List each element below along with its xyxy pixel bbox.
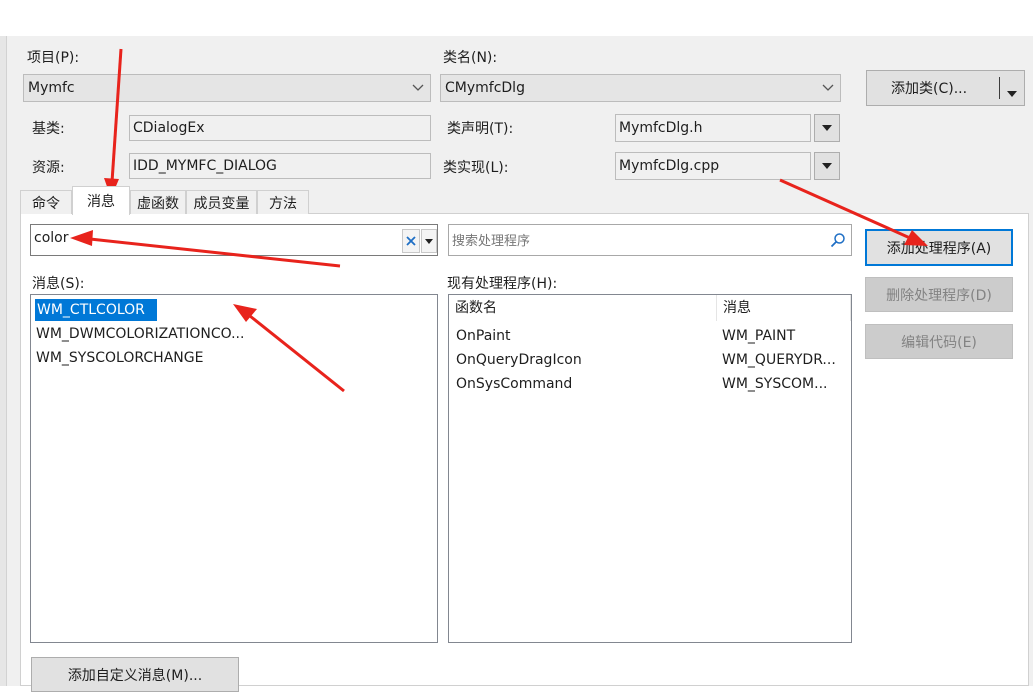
class-decl-label: 类声明(T): bbox=[447, 121, 514, 137]
project-combo[interactable]: Mymfc bbox=[23, 74, 431, 102]
delete-handler-button[interactable]: 删除处理程序(D) bbox=[865, 277, 1013, 312]
tab-virtual-functions[interactable]: 虚函数 bbox=[130, 190, 186, 214]
tab-commands[interactable]: 命令 bbox=[20, 190, 72, 214]
table-cell-message[interactable]: WM_PAINT bbox=[722, 324, 795, 348]
project-label: 项目(P): bbox=[27, 50, 80, 66]
base-class-label: 基类: bbox=[32, 121, 65, 137]
search-icon[interactable] bbox=[830, 232, 846, 252]
table-cell-function[interactable]: OnQueryDragIcon bbox=[456, 348, 582, 372]
dropdown-triangle-icon bbox=[822, 163, 832, 169]
column-header-message[interactable]: 消息 bbox=[717, 295, 851, 321]
class-decl-dropdown[interactable] bbox=[814, 114, 840, 142]
class-name-combo[interactable]: CMymfcDlg bbox=[440, 74, 841, 102]
table-cell-message[interactable]: WM_QUERYDR... bbox=[722, 348, 836, 372]
chevron-down-icon bbox=[820, 75, 836, 101]
left-window-edge bbox=[0, 36, 7, 686]
search-placeholder: 搜索处理程序 bbox=[452, 234, 531, 249]
class-impl-label: 类实现(L): bbox=[443, 160, 509, 176]
add-class-button[interactable]: 添加类(C)... bbox=[866, 70, 1025, 106]
class-decl-field: MymfcDlg.h bbox=[615, 114, 811, 142]
dropdown-triangle-icon bbox=[822, 125, 832, 131]
messages-listbox[interactable]: WM_CTLCOLOR WM_DWMCOLORIZATIONCO... WM_S… bbox=[30, 294, 438, 643]
class-impl-field: MymfcDlg.cpp bbox=[615, 152, 811, 180]
table-cell-function[interactable]: OnPaint bbox=[456, 324, 511, 348]
add-handler-button[interactable]: 添加处理程序(A) bbox=[865, 229, 1013, 266]
class-impl-dropdown[interactable] bbox=[814, 152, 840, 180]
window-top-band bbox=[0, 0, 1033, 36]
clear-icon[interactable] bbox=[402, 229, 420, 253]
messages-label: 消息(S): bbox=[32, 276, 85, 292]
list-item[interactable]: WM_DWMCOLORIZATIONCO... bbox=[36, 323, 244, 345]
message-filter-input[interactable]: color bbox=[30, 224, 438, 256]
dropdown-triangle-icon[interactable] bbox=[1007, 85, 1017, 101]
split-divider bbox=[999, 77, 1000, 99]
edit-code-button[interactable]: 编辑代码(E) bbox=[865, 324, 1013, 359]
table-cell-function[interactable]: OnSysCommand bbox=[456, 372, 572, 396]
class-name-combo-value: CMymfcDlg bbox=[445, 80, 525, 96]
project-combo-value: Mymfc bbox=[28, 80, 75, 96]
chevron-down-icon bbox=[410, 75, 426, 101]
list-item[interactable]: WM_CTLCOLOR bbox=[35, 299, 157, 321]
base-class-field: CDialogEx bbox=[129, 115, 431, 141]
handlers-table[interactable]: 函数名 消息 OnPaint WM_PAINT OnQueryDragIcon … bbox=[448, 294, 852, 643]
class-name-label: 类名(N): bbox=[443, 50, 498, 66]
table-cell-message[interactable]: WM_SYSCOM... bbox=[722, 372, 827, 396]
handlers-label: 现有处理程序(H): bbox=[447, 276, 558, 292]
tab-member-variables[interactable]: 成员变量 bbox=[186, 190, 257, 214]
filter-text: color bbox=[34, 230, 69, 246]
resource-label: 资源: bbox=[32, 160, 65, 176]
resource-field: IDD_MYMFC_DIALOG bbox=[129, 153, 431, 179]
tab-messages[interactable]: 消息 bbox=[72, 186, 130, 215]
filter-dropdown-icon[interactable] bbox=[421, 229, 437, 253]
tab-methods[interactable]: 方法 bbox=[257, 190, 309, 214]
handler-search-input[interactable]: 搜索处理程序 bbox=[448, 224, 852, 256]
add-class-label: 添加类(C)... bbox=[891, 81, 968, 97]
column-header-function[interactable]: 函数名 bbox=[449, 295, 717, 321]
list-item[interactable]: WM_SYSCOLORCHANGE bbox=[36, 347, 203, 369]
add-custom-message-button[interactable]: 添加自定义消息(M)... bbox=[31, 657, 239, 692]
